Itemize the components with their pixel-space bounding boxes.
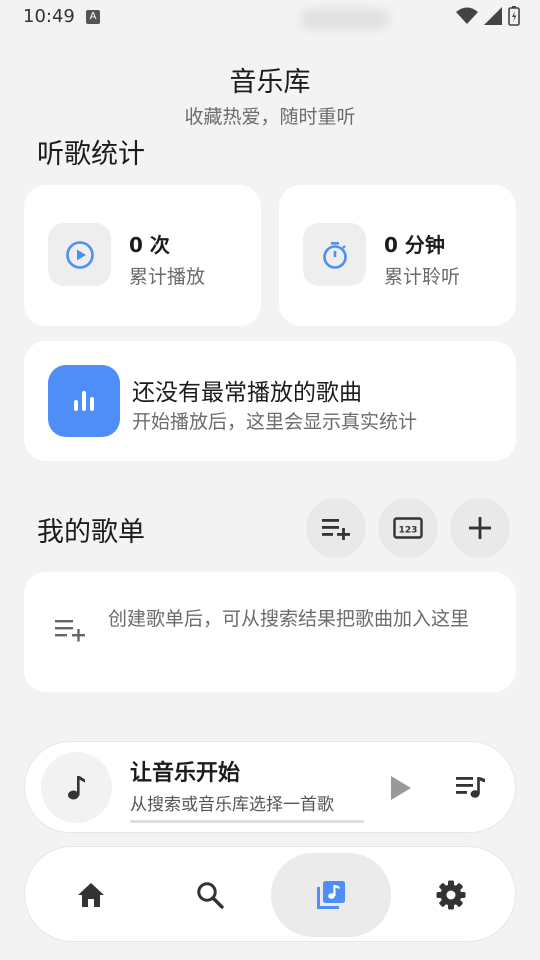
library-music-icon (317, 881, 345, 909)
search-icon (197, 882, 224, 909)
timer-icon (303, 223, 366, 286)
page-title: 音乐库 (229, 67, 311, 98)
plays-label: 累计播放 (129, 266, 206, 288)
duration-label: 累计聆听 (384, 266, 461, 288)
numbers-icon: 123 (393, 517, 423, 539)
home-icon (78, 883, 104, 907)
duration-stat-card: 0 分钟 累计聆听 (279, 185, 516, 326)
mini-player[interactable]: 让音乐开始 从搜索或音乐库选择一首歌 (24, 741, 516, 833)
plays-value: 0 次 (129, 233, 170, 257)
top-song-subtitle: 开始播放后，这里会显示真实统计 (132, 411, 418, 433)
player-progress-bar[interactable] (130, 820, 364, 823)
status-icons (456, 6, 520, 26)
page-subtitle: 收藏热爱，随时重听 (184, 106, 356, 128)
top-song-card: 还没有最常播放的歌曲 开始播放后，这里会显示真实统计 (24, 341, 516, 461)
bar-chart-icon (48, 365, 120, 437)
page-header: 音乐库 收藏热爱，随时重听 (0, 40, 540, 136)
top-song-title: 还没有最常播放的歌曲 (132, 380, 362, 406)
queue-button[interactable] (455, 774, 487, 804)
queue-music-icon (456, 777, 485, 798)
signal-icon (484, 7, 502, 25)
status-bar: 10:49 A (0, 0, 540, 34)
add-to-playlist-button[interactable] (306, 498, 366, 558)
playlists-empty-card: 创建歌单后，可从搜索结果把歌曲加入这里 (24, 572, 516, 692)
settings-icon (436, 880, 466, 910)
nav-home[interactable] (31, 853, 151, 937)
play-circle-icon (48, 223, 111, 286)
accessibility-badge: A (86, 10, 100, 24)
playlist-add-icon (54, 616, 86, 646)
player-subtitle: 从搜索或音乐库选择一首歌 (130, 795, 334, 815)
play-icon (391, 776, 411, 800)
status-time: 10:49 (23, 6, 75, 27)
battery-icon (508, 6, 520, 26)
plus-icon (469, 517, 491, 539)
play-button[interactable] (387, 774, 413, 806)
nav-settings[interactable] (391, 853, 511, 937)
nav-search[interactable] (150, 853, 270, 937)
svg-text:123: 123 (399, 526, 418, 536)
nav-library[interactable] (271, 853, 391, 937)
bottom-navigation (24, 846, 516, 942)
duration-value: 0 分钟 (384, 233, 445, 257)
create-playlist-button[interactable] (450, 498, 510, 558)
playlists-section-title: 我的歌单 (37, 517, 145, 548)
camera-blur (300, 8, 390, 30)
music-note-icon (41, 752, 112, 823)
player-title: 让音乐开始 (130, 761, 241, 786)
playlists-empty-text: 创建歌单后，可从搜索结果把歌曲加入这里 (108, 608, 470, 630)
playlist-add-icon (322, 519, 350, 540)
stats-section-title: 听歌统计 (37, 139, 145, 170)
plays-stat-card: 0 次 累计播放 (24, 185, 261, 326)
sort-number-button[interactable]: 123 (378, 498, 438, 558)
wifi-icon (456, 7, 478, 24)
